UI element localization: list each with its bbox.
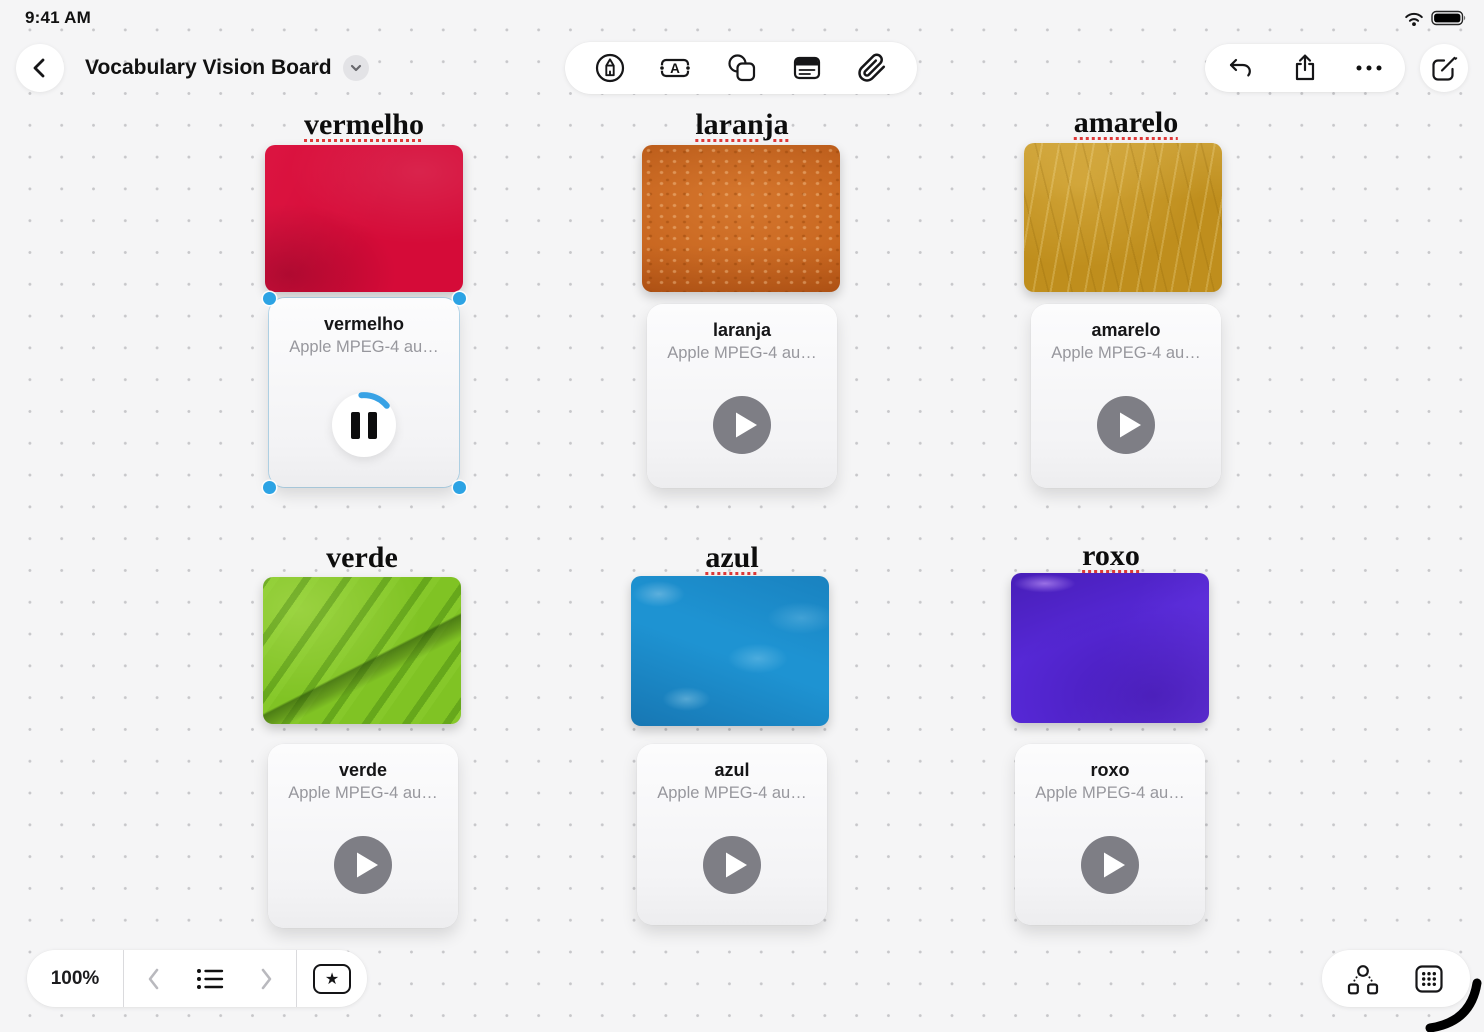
sticky-note-icon (791, 52, 823, 84)
hierarchy-icon (1345, 963, 1381, 995)
board-title-group: Vocabulary Vision Board (85, 55, 369, 81)
card-word-label[interactable]: verde (326, 541, 398, 575)
actions-toolbar (1205, 44, 1405, 92)
chevron-left-icon (24, 52, 56, 84)
bulleted-list-icon (196, 967, 224, 991)
previous-board-button[interactable] (128, 951, 180, 1007)
audio-subtitle: Apple MPEG-4 au… (269, 338, 459, 357)
color-image-roxo[interactable] (1011, 573, 1209, 723)
selection-handle-bottom-right[interactable] (453, 481, 466, 494)
shapes-icon (725, 52, 757, 84)
card-word-label[interactable]: azul (705, 541, 758, 575)
audio-title: vermelho (269, 298, 459, 335)
draw-tool-button[interactable] (581, 44, 639, 92)
insert-attachment-button[interactable] (843, 44, 901, 92)
audio-title: azul (637, 744, 827, 781)
audio-subtitle: Apple MPEG-4 au… (637, 784, 827, 803)
navigation-toolbar: 100% ★ (27, 950, 367, 1007)
play-icon (703, 836, 761, 894)
color-image-vermelho[interactable] (265, 145, 463, 292)
play-button[interactable] (334, 836, 392, 894)
audio-subtitle: Apple MPEG-4 au… (1015, 784, 1205, 803)
selection-handle-bottom-left[interactable] (263, 481, 276, 494)
card-word-label[interactable]: vermelho (304, 108, 424, 142)
share-button[interactable] (1277, 44, 1333, 92)
pencil-circle-icon (594, 52, 626, 84)
selection-handle-top-left[interactable] (263, 292, 276, 305)
corner-stroke-arc (1424, 978, 1484, 1032)
pause-icon (351, 412, 360, 439)
compose-icon (1429, 53, 1459, 83)
shapes-tool-button[interactable] (712, 44, 770, 92)
audio-attachment-card[interactable]: verde Apple MPEG-4 au… (268, 744, 458, 928)
play-button[interactable] (1081, 836, 1139, 894)
share-icon (1291, 53, 1319, 83)
color-image-laranja[interactable] (642, 145, 840, 292)
star-icon: ★ (325, 969, 339, 989)
pause-icon (368, 412, 377, 439)
title-menu-button[interactable] (343, 55, 369, 81)
audio-attachment-card[interactable]: laranja Apple MPEG-4 au… (647, 304, 837, 488)
audio-title: amarelo (1031, 304, 1221, 341)
paperclip-icon (857, 53, 887, 83)
zoom-level[interactable]: 100% (27, 968, 123, 990)
text-tool-button[interactable]: A (646, 44, 704, 92)
card-word-label[interactable]: amarelo (1074, 106, 1178, 140)
audio-attachment-card[interactable]: roxo Apple MPEG-4 au… (1015, 744, 1205, 925)
chevron-right-icon (256, 966, 276, 992)
pause-button[interactable] (332, 393, 396, 457)
ellipsis-icon (1353, 64, 1385, 72)
color-image-azul[interactable] (631, 576, 829, 726)
audio-subtitle: Apple MPEG-4 au… (647, 344, 837, 363)
play-icon (334, 836, 392, 894)
play-icon (1081, 836, 1139, 894)
freeform-canvas[interactable]: { "status_bar": { "time": "9:41 AM", "wi… (0, 0, 1484, 1032)
favorites-button[interactable]: ★ (313, 964, 351, 994)
status-time: 9:41 AM (25, 8, 91, 28)
back-button[interactable] (16, 44, 64, 92)
color-image-verde[interactable] (263, 577, 461, 724)
new-board-button[interactable] (1420, 44, 1468, 92)
play-button[interactable] (713, 396, 771, 454)
sticky-note-tool-button[interactable] (778, 44, 836, 92)
selection-handle-top-right[interactable] (453, 292, 466, 305)
audio-attachment-card[interactable]: amarelo Apple MPEG-4 au… (1031, 304, 1221, 488)
connect-diagram-button[interactable] (1337, 951, 1389, 1007)
play-button[interactable] (1097, 396, 1155, 454)
audio-attachment-card[interactable]: vermelho Apple MPEG-4 au… (269, 298, 459, 487)
text-box-icon: A (659, 52, 691, 84)
chevron-down-icon (348, 60, 364, 76)
audio-title: verde (268, 744, 458, 781)
undo-icon (1227, 56, 1255, 80)
audio-title: laranja (647, 304, 837, 341)
more-button[interactable] (1341, 44, 1397, 92)
battery-full-icon (1431, 9, 1468, 27)
audio-title: roxo (1015, 744, 1205, 781)
svg-text:A: A (670, 61, 680, 76)
status-icons (1403, 9, 1468, 27)
play-button[interactable] (703, 836, 761, 894)
audio-subtitle: Apple MPEG-4 au… (1031, 344, 1221, 363)
next-board-button[interactable] (240, 951, 292, 1007)
chevron-left-icon (144, 966, 164, 992)
color-image-amarelo[interactable] (1024, 143, 1222, 292)
wifi-icon (1403, 10, 1425, 27)
boards-list-button[interactable] (184, 951, 236, 1007)
audio-attachment-card[interactable]: azul Apple MPEG-4 au… (637, 744, 827, 925)
tools-toolbar: A (565, 42, 917, 94)
play-icon (1097, 396, 1155, 454)
page-title: Vocabulary Vision Board (85, 56, 332, 80)
card-word-label[interactable]: laranja (695, 108, 788, 142)
audio-subtitle: Apple MPEG-4 au… (268, 784, 458, 803)
card-word-label[interactable]: roxo (1082, 539, 1140, 573)
play-icon (713, 396, 771, 454)
undo-button[interactable] (1213, 44, 1269, 92)
